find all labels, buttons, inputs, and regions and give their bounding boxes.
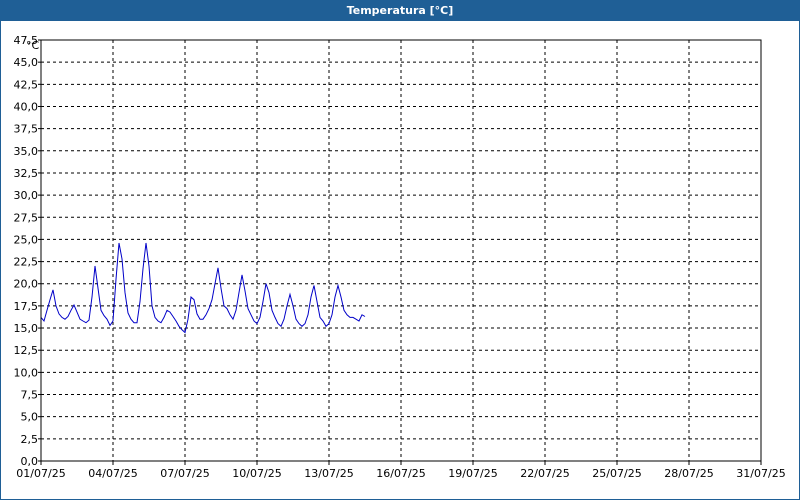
y-tick-label: 42,5 (14, 78, 39, 91)
x-tick-label: 22/07/25 (520, 467, 569, 480)
y-tick-label: 37,5 (14, 123, 39, 136)
chart-window: Temperatura [°C] 0,0 2,5 5,0 7,5 10,0 12,5 15,… (0, 0, 800, 500)
x-tick-label: 07/07/25 (160, 467, 209, 480)
y-tick-label: 35,0 (14, 145, 39, 158)
y-tick-label: 12,5 (14, 344, 39, 357)
x-tick-label: 25/07/25 (592, 467, 641, 480)
y-tick-label: 32,5 (14, 167, 39, 180)
x-tick-label: 10/07/25 (232, 467, 281, 480)
y-tick-label: 25,0 (14, 233, 39, 246)
y-axis-ticks: 0,02,55,07,510,012,515,017,520,022,525,0… (14, 34, 41, 468)
y-tick-label: 15,0 (14, 322, 39, 335)
x-tick-label: 19/07/25 (448, 467, 497, 480)
x-tick-label: 16/07/25 (376, 467, 425, 480)
x-tick-label: 13/07/25 (304, 467, 353, 480)
grid (41, 39, 761, 461)
y-tick-label: 7,5 (21, 389, 39, 402)
y-tick-label: 22,5 (14, 256, 39, 269)
y-tick-label: 40,0 (14, 100, 39, 113)
y-tick-label: 17,5 (14, 300, 39, 313)
y-tick-label: 10,0 (14, 366, 39, 379)
temperature-chart: 0,02,55,07,510,012,515,017,520,022,525,0… (14, 34, 786, 480)
series-group (40, 242, 366, 334)
y-tick-label: 2,5 (21, 433, 39, 446)
x-axis-ticks: 01/07/25 04/07/25 07/07/25 10/07/25 13/07/25… (16, 461, 786, 480)
y-axis-unit: °C (26, 39, 40, 52)
y-tick-label: 5,0 (21, 411, 39, 424)
x-tick-label: 31/07/25 (736, 467, 785, 480)
temperature-series-line (40, 242, 366, 334)
x-tick-label: 04/07/25 (88, 467, 137, 480)
y-tick-label: 30,0 (14, 189, 39, 202)
x-tick-label: 01/07/25 (16, 467, 65, 480)
y-tick-label: 45,0 (14, 56, 39, 69)
y-tick-label: 20,0 (14, 278, 39, 291)
x-tick-label: 28/07/25 (664, 467, 713, 480)
y-tick-label: 27,5 (14, 211, 39, 224)
